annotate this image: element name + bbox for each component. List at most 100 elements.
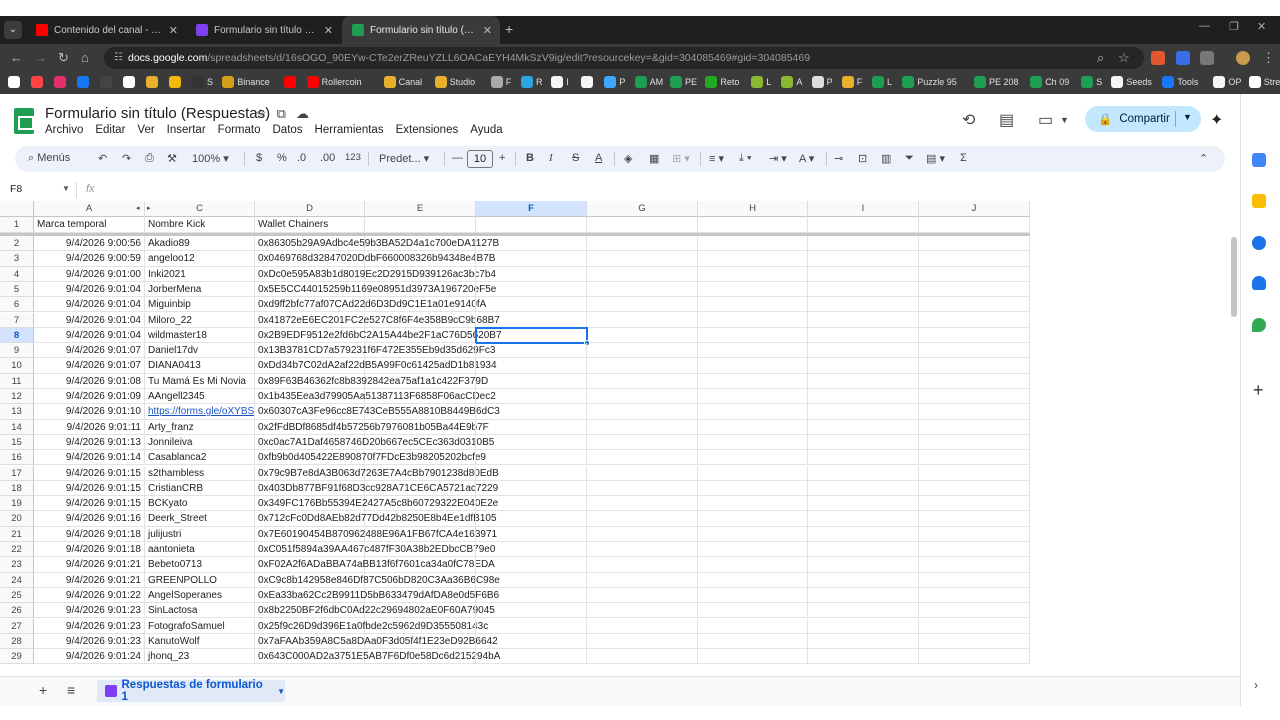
hidden-column-left-arrow[interactable]: ◂ bbox=[136, 204, 140, 212]
cell[interactable] bbox=[587, 327, 698, 344]
cell[interactable] bbox=[587, 312, 698, 328]
calendar-icon[interactable] bbox=[1252, 153, 1266, 167]
forward-icon[interactable]: → bbox=[34, 50, 47, 65]
keep-icon[interactable] bbox=[1252, 194, 1266, 208]
bookmark-item[interactable]: Seeds bbox=[1111, 76, 1152, 88]
menu-extensiones[interactable]: Extensiones bbox=[396, 124, 465, 136]
cell[interactable] bbox=[919, 587, 1030, 604]
bookmark-item[interactable]: R bbox=[521, 76, 543, 88]
cell[interactable]: Nombre Kick bbox=[145, 217, 255, 233]
move-folder-icon[interactable]: ⧉ bbox=[277, 106, 286, 121]
cell[interactable] bbox=[919, 251, 1030, 267]
tab-youtube[interactable]: Contenido del canal - YouTube ✕ bbox=[26, 16, 186, 44]
cell[interactable] bbox=[698, 480, 808, 497]
cell[interactable]: 0xC051f5894a39AA467c487fF30A38b2EDbcCB79… bbox=[255, 542, 495, 558]
cell[interactable] bbox=[587, 404, 698, 420]
cell[interactable] bbox=[365, 511, 476, 527]
merge-cells-icon[interactable]: ⊞ ▾ bbox=[672, 152, 690, 165]
cell[interactable] bbox=[476, 419, 587, 435]
tasks-icon[interactable] bbox=[1252, 236, 1266, 250]
cell[interactable] bbox=[365, 542, 476, 558]
cell[interactable] bbox=[587, 419, 698, 435]
column-header[interactable]: G bbox=[587, 201, 698, 217]
cell[interactable]: 9/4/2026 9:01:23 bbox=[34, 618, 145, 634]
row-header[interactable]: 17 bbox=[0, 465, 34, 481]
row-header[interactable]: 12 bbox=[0, 389, 34, 405]
gemini-icon[interactable]: ✦ bbox=[1210, 110, 1223, 130]
insert-link-icon[interactable]: ⊸ bbox=[834, 152, 843, 165]
cell[interactable] bbox=[808, 633, 919, 650]
menu-archivo[interactable]: Archivo bbox=[45, 124, 89, 136]
cell[interactable]: 9/4/2026 9:01:08 bbox=[34, 373, 145, 389]
cell[interactable] bbox=[698, 281, 808, 298]
star-icon[interactable]: ☆ bbox=[255, 106, 267, 121]
cell[interactable] bbox=[698, 404, 808, 420]
align-icon[interactable]: ≡ ▾ bbox=[709, 152, 724, 165]
cell[interactable] bbox=[698, 572, 808, 588]
cell[interactable] bbox=[476, 526, 587, 542]
cell[interactable]: 9/4/2026 9:01:10 bbox=[34, 404, 145, 420]
bookmark-item[interactable] bbox=[31, 76, 43, 88]
site-info-icon[interactable]: ☷ bbox=[114, 52, 123, 63]
share-button[interactable]: 🔒 Compartir ▼ bbox=[1085, 106, 1201, 132]
sheets-logo[interactable] bbox=[14, 108, 34, 134]
redo-icon[interactable]: ↷ bbox=[122, 152, 131, 165]
cell[interactable]: 0xd9ff2bfc77af07CAd22d6D3Dd9C1E1a01e9140… bbox=[255, 297, 486, 313]
cell[interactable] bbox=[476, 217, 587, 233]
cell[interactable] bbox=[919, 266, 1030, 282]
search-menus[interactable]: ⌕ Menús bbox=[28, 152, 70, 165]
cell[interactable] bbox=[365, 389, 476, 405]
bookmark-item[interactable]: Canal bbox=[383, 76, 422, 88]
cell[interactable]: 0x5E5CC44015259b1169e08951d3973A196720eF… bbox=[255, 281, 496, 298]
row-header[interactable]: 24 bbox=[0, 572, 34, 588]
row-header[interactable]: 5 bbox=[0, 281, 34, 298]
cell[interactable]: 9/4/2026 9:01:04 bbox=[34, 297, 145, 313]
close-icon[interactable]: ✕ bbox=[483, 24, 492, 37]
cell[interactable] bbox=[808, 251, 919, 267]
cell[interactable] bbox=[808, 236, 919, 252]
cell[interactable] bbox=[476, 434, 587, 451]
cell[interactable] bbox=[808, 465, 919, 481]
cell[interactable] bbox=[365, 434, 476, 451]
cell[interactable] bbox=[808, 312, 919, 328]
cell[interactable]: Deerk_Street bbox=[145, 511, 255, 527]
cell[interactable] bbox=[808, 358, 919, 374]
bookmark-item[interactable]: S bbox=[192, 76, 213, 88]
cell[interactable]: 0x79c9B7e8dA3B063d7263E7A4cBb7901238d80E… bbox=[255, 465, 499, 481]
row-header[interactable]: 1 bbox=[0, 217, 34, 233]
cell[interactable]: 9/4/2026 9:00:56 bbox=[34, 236, 145, 252]
extension-icon[interactable] bbox=[1176, 51, 1190, 65]
window-close-icon[interactable]: ✕ bbox=[1257, 20, 1266, 33]
cell[interactable]: 9/4/2026 9:01:24 bbox=[34, 649, 145, 665]
menu-herramientas[interactable]: Herramientas bbox=[315, 124, 390, 136]
comments-icon[interactable]: ▤ bbox=[999, 110, 1014, 130]
cell[interactable]: 0x89F63B46362fc8b8392842ea75af1a1c422F37… bbox=[255, 373, 488, 389]
cell[interactable]: 9/4/2026 9:01:09 bbox=[34, 389, 145, 405]
row-header[interactable]: 29 bbox=[0, 649, 34, 665]
cell[interactable]: 0x1b435Eea3d79905Aa51387113F6858F06acCDe… bbox=[255, 389, 496, 405]
cell[interactable] bbox=[476, 496, 587, 512]
cell[interactable] bbox=[476, 450, 587, 466]
cell[interactable]: JorberMena bbox=[145, 281, 255, 298]
cell[interactable] bbox=[587, 297, 698, 313]
cell[interactable]: 0x0469768d32847020DdbF660008326b94348e4B… bbox=[255, 251, 495, 267]
cell[interactable] bbox=[698, 312, 808, 328]
tab-sheets[interactable]: Formulario sin título (Respuest ✕ bbox=[342, 16, 500, 44]
cell[interactable]: 0xC9c8b142958e846Df87C506bD820C3Aa36B6C9… bbox=[255, 572, 500, 588]
cell[interactable] bbox=[587, 266, 698, 282]
row-header[interactable]: 20 bbox=[0, 511, 34, 527]
cell[interactable]: AAngell2345 bbox=[145, 389, 255, 405]
cell[interactable] bbox=[808, 434, 919, 451]
cell[interactable]: 9/4/2026 9:01:21 bbox=[34, 572, 145, 588]
strikethrough-icon[interactable]: S bbox=[572, 152, 579, 164]
minimize-icon[interactable]: — bbox=[1199, 20, 1210, 32]
row-header[interactable]: 3 bbox=[0, 251, 34, 267]
spreadsheet-grid[interactable]: A C D E F G H I J ◂ ▸ 1 Marca temporal Nombre Kick Wal… bbox=[0, 201, 1240, 667]
bookmark-item[interactable]: PE bbox=[670, 76, 697, 88]
row-header[interactable]: 21 bbox=[0, 526, 34, 542]
menu-ver[interactable]: Ver bbox=[137, 124, 160, 136]
bookmark-item[interactable]: F bbox=[841, 76, 862, 88]
row-header[interactable]: 10 bbox=[0, 358, 34, 374]
bookmark-item[interactable]: A bbox=[781, 76, 802, 88]
cell[interactable] bbox=[698, 266, 808, 282]
